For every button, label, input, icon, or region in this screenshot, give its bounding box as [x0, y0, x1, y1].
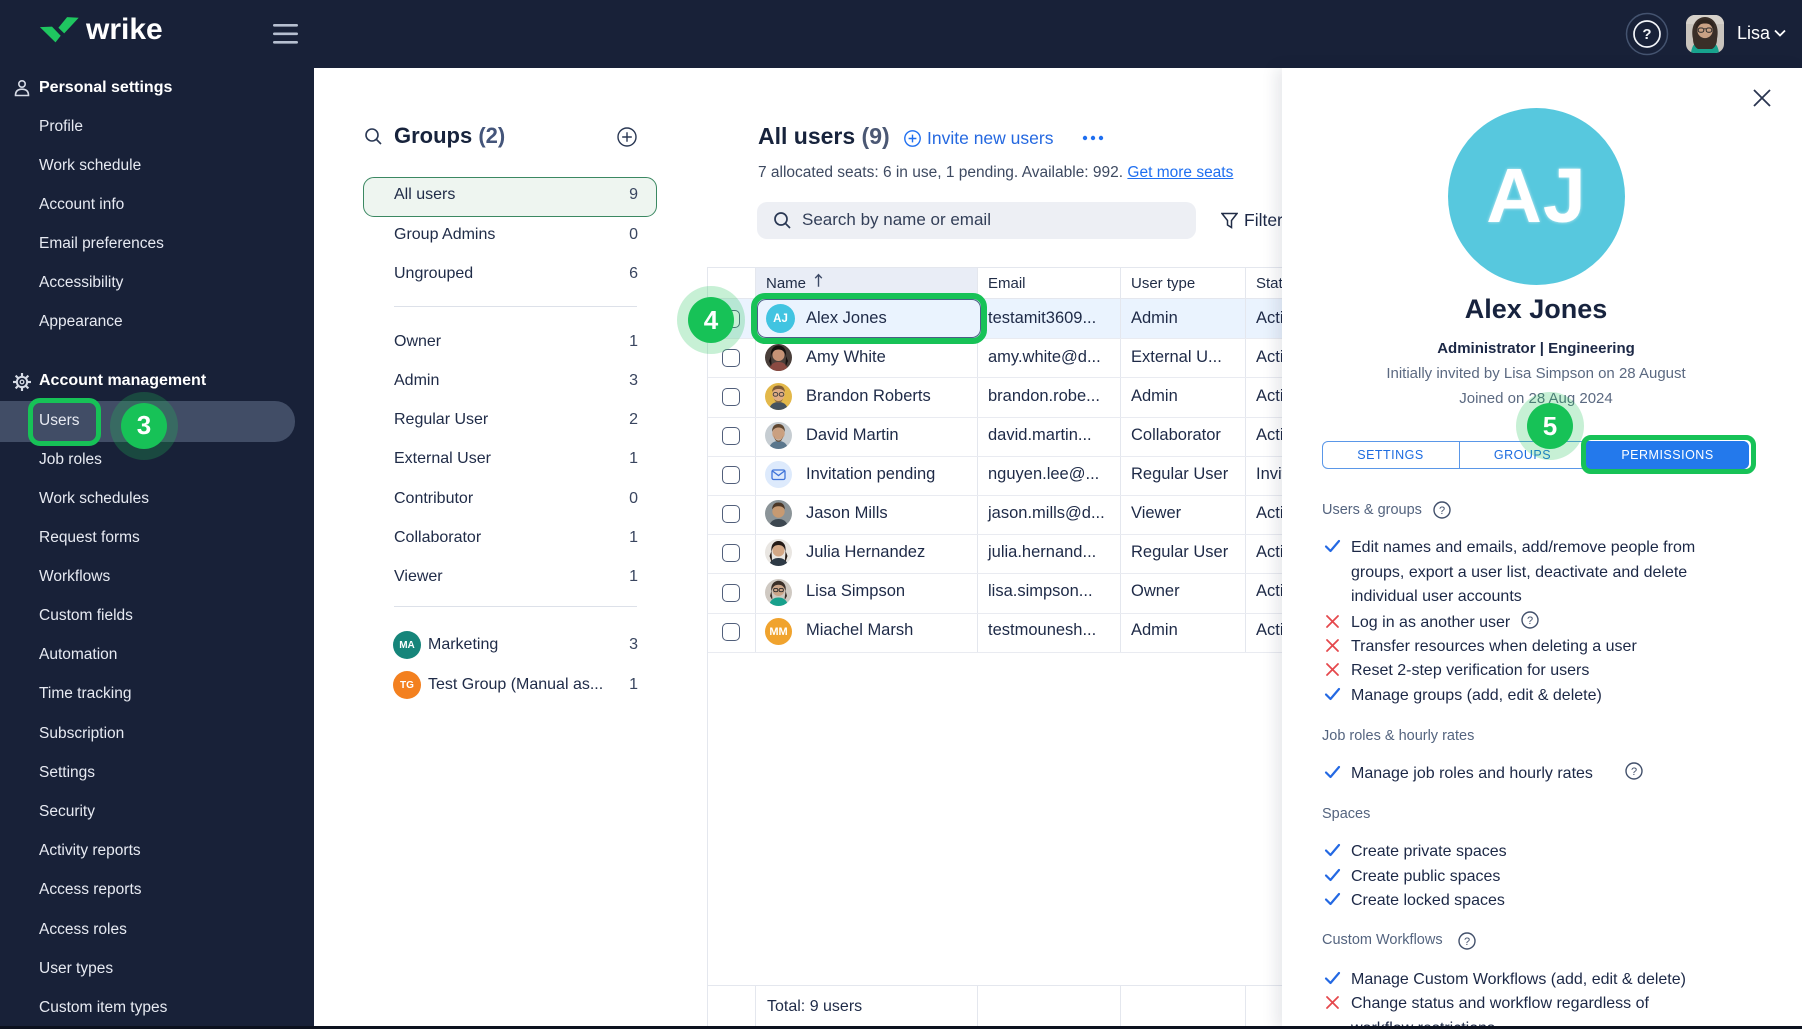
svg-text:?: ?: [1439, 505, 1445, 517]
svg-text:?: ?: [1464, 936, 1470, 948]
svg-text:?: ?: [1631, 766, 1637, 778]
svg-text:?: ?: [1642, 26, 1651, 43]
svg-text:?: ?: [1527, 615, 1533, 627]
